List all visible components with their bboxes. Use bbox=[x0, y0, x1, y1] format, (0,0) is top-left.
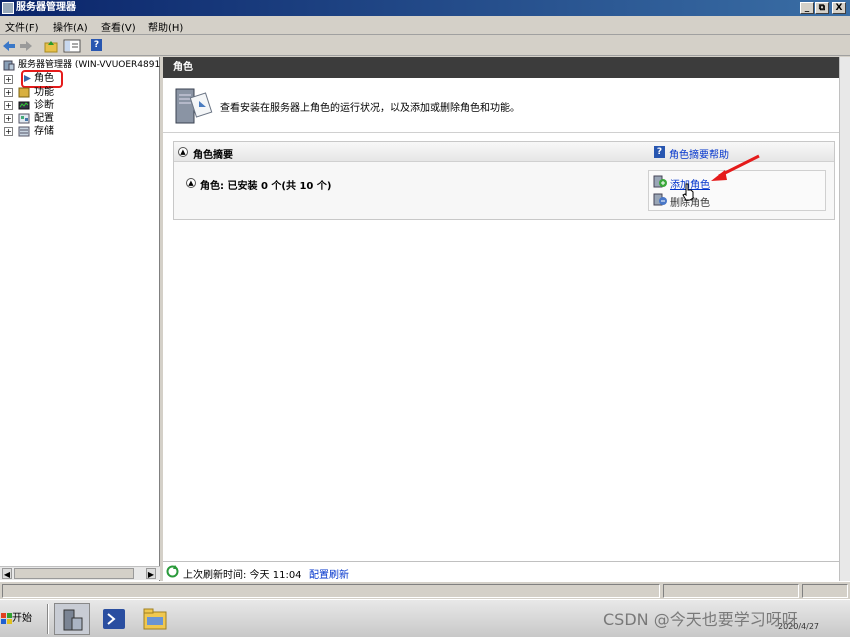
watermark: CSDN @今天也要学习呀呀 bbox=[603, 610, 798, 629]
tree-expander-features[interactable]: + bbox=[4, 88, 13, 97]
server-manager-icon bbox=[2, 2, 14, 14]
collapse-icon[interactable]: ▲ bbox=[178, 147, 188, 157]
storage-icon bbox=[18, 126, 30, 137]
roles-collapse-icon[interactable]: ▲ bbox=[186, 178, 196, 188]
refresh-bar: 上次刷新时间: 今天 11:04 配置刷新 bbox=[163, 561, 839, 581]
last-refresh-label: 上次刷新时间: 今天 11:04 bbox=[183, 570, 302, 581]
tree-horizontal-scrollbar[interactable]: ◀ ▶ bbox=[0, 566, 160, 580]
tree-item-diagnostics[interactable]: 诊断 bbox=[34, 99, 54, 112]
show-hide-console-tree-icon[interactable] bbox=[63, 39, 81, 53]
up-folder-icon[interactable] bbox=[44, 39, 58, 53]
tree-expander-diagnostics[interactable]: + bbox=[4, 101, 13, 110]
roles-installed-count: 角色: 已安装 0 个(共 10 个) bbox=[200, 181, 332, 192]
tree-item-storage[interactable]: 存储 bbox=[34, 125, 54, 138]
server-manager-icon bbox=[63, 609, 83, 631]
server-icon bbox=[3, 60, 15, 71]
tree-expander-storage[interactable]: + bbox=[4, 127, 13, 136]
windows-logo-icon bbox=[1, 613, 12, 624]
powershell-icon bbox=[103, 609, 125, 629]
scroll-left-icon[interactable]: ◀ bbox=[2, 568, 12, 579]
configure-refresh-link[interactable]: 配置刷新 bbox=[309, 566, 349, 581]
remove-roles-icon bbox=[653, 193, 667, 206]
taskbar-server-manager-button[interactable] bbox=[54, 603, 90, 635]
refresh-icon[interactable] bbox=[166, 565, 179, 578]
features-icon bbox=[18, 87, 30, 98]
status-panel-3 bbox=[802, 584, 848, 598]
roles-icon bbox=[24, 75, 31, 82]
status-panel-2 bbox=[663, 584, 799, 598]
window-titlebar: 服务器管理器 _ ⧉ X bbox=[0, 0, 850, 16]
roles-summary-title: 角色摘要 bbox=[193, 150, 233, 161]
scroll-right-icon[interactable]: ▶ bbox=[146, 568, 156, 579]
server-roles-icon bbox=[175, 88, 213, 124]
tree-item-configuration[interactable]: 配置 bbox=[34, 112, 54, 125]
scroll-thumb[interactable] bbox=[14, 568, 134, 579]
red-arrow-annotation bbox=[711, 154, 760, 181]
main-header: 角色 bbox=[163, 57, 839, 78]
intro-text: 查看安装在服务器上角色的运行状况，以及添加或删除角色和功能。 bbox=[220, 103, 520, 114]
minimize-button[interactable]: _ bbox=[800, 2, 814, 14]
taskbar-explorer-button[interactable] bbox=[137, 603, 173, 635]
status-bar bbox=[0, 581, 850, 599]
intro-area: 查看安装在服务器上角色的运行状况，以及添加或删除角色和功能。 bbox=[163, 79, 839, 133]
menu-file[interactable]: 文件(F) bbox=[5, 19, 39, 34]
help-icon[interactable]: ? bbox=[91, 39, 102, 51]
add-roles-icon bbox=[653, 175, 667, 188]
toolbar: ? bbox=[0, 36, 850, 56]
console-tree: 服务器管理器 (WIN-VVUOER4891 + 角色 + 功能 + 诊断 + … bbox=[0, 57, 160, 581]
menu-help[interactable]: 帮助(H) bbox=[148, 19, 183, 34]
back-icon[interactable] bbox=[2, 39, 16, 53]
explorer-icon bbox=[143, 608, 167, 630]
taskbar-powershell-button[interactable] bbox=[97, 603, 133, 635]
tree-item-roles[interactable]: 角色 bbox=[34, 72, 54, 85]
tree-expander-roles[interactable]: + bbox=[4, 75, 13, 84]
main-pane: 角色 查看安装在服务器上角色的运行状况，以及添加或删除角色和功能。 ▲ 角色摘要… bbox=[163, 57, 839, 581]
help-icon: ? bbox=[654, 146, 665, 158]
forward-icon[interactable] bbox=[19, 39, 33, 53]
hand-cursor-icon bbox=[682, 183, 694, 201]
diagnostics-icon bbox=[18, 101, 30, 110]
window-title: 服务器管理器 bbox=[16, 2, 76, 13]
restore-button[interactable]: ⧉ bbox=[815, 2, 829, 14]
main-vertical-scrollbar[interactable] bbox=[839, 57, 850, 581]
close-button[interactable]: X bbox=[832, 2, 846, 14]
menu-action[interactable]: 操作(A) bbox=[53, 19, 88, 34]
start-button[interactable]: 开始 bbox=[0, 606, 38, 632]
menu-view[interactable]: 查看(V) bbox=[101, 19, 136, 34]
start-label: 开始 bbox=[12, 613, 32, 624]
status-panel-1 bbox=[2, 584, 660, 598]
taskbar-divider bbox=[47, 604, 49, 634]
tree-expander-configuration[interactable]: + bbox=[4, 114, 13, 123]
configuration-icon bbox=[18, 113, 30, 124]
menu-bar: 文件(F) 操作(A) 查看(V) 帮助(H) bbox=[0, 16, 850, 35]
tree-item-features[interactable]: 功能 bbox=[34, 86, 54, 99]
